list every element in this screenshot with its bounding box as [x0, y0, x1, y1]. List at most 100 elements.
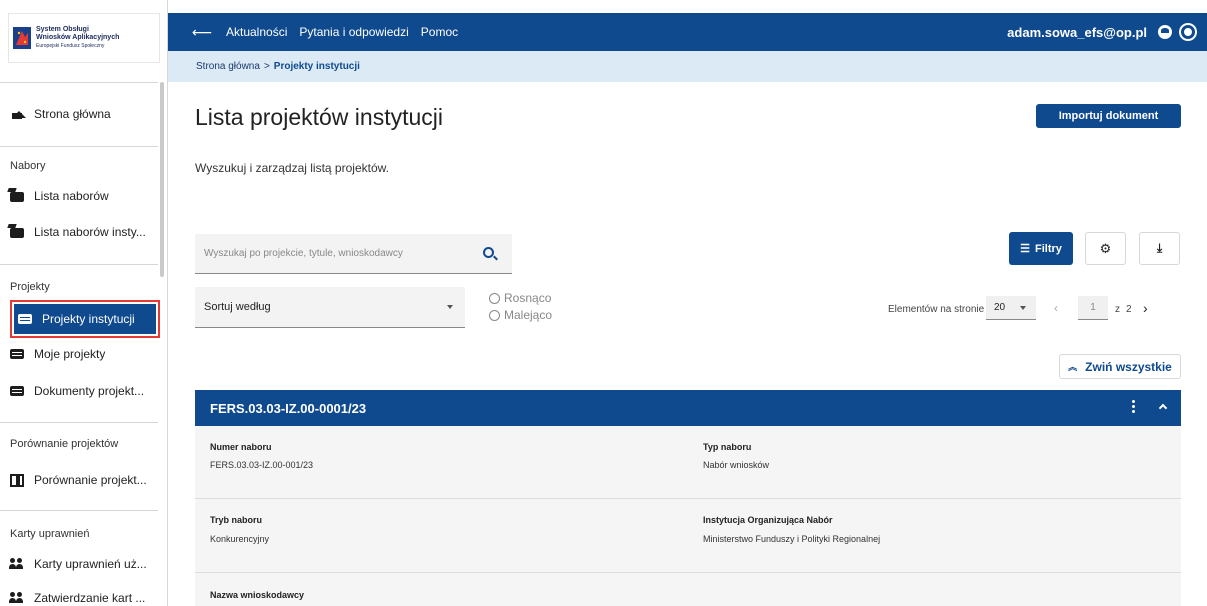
divider	[0, 510, 158, 511]
radio-icon	[489, 309, 500, 321]
download-icon: ⤓	[1156, 241, 1163, 255]
divider	[0, 264, 158, 265]
field-value-instytucja: Ministerstwo Funduszy i Polityki Regiona…	[703, 534, 881, 544]
chevron-down-icon	[447, 305, 453, 309]
card-icon	[10, 349, 24, 359]
field-value-typ: Nabór wniosków	[703, 460, 770, 470]
per-page-value: 20	[994, 302, 1006, 313]
nav-link-pytania[interactable]: Pytania i odpowiedzi	[299, 25, 408, 39]
card-icon	[10, 386, 24, 396]
prev-page-button[interactable]: ‹	[1054, 301, 1058, 315]
per-page-select[interactable]: 20	[986, 296, 1036, 320]
breadcrumb-separator: >	[263, 61, 270, 72]
double-chevron-up-icon: ︽	[1068, 362, 1078, 372]
users-icon	[9, 591, 24, 605]
sidebar-scrollbar[interactable]	[160, 82, 164, 277]
field-label-wnioskodawca: Nazwa wnioskodawcy	[210, 590, 305, 600]
page-title: Lista projektów instytucji	[195, 104, 443, 130]
divider	[195, 572, 1181, 573]
breadcrumb: Strona główna > Projekty instytucji	[168, 51, 1207, 82]
home-icon	[12, 111, 26, 119]
arrow-left-icon[interactable]: ⟵	[192, 24, 214, 41]
sidebar-item-label: Lista naborów	[34, 189, 109, 203]
section-karty: Karty uprawnień	[10, 528, 90, 540]
nav-link-aktualnosci[interactable]: Aktualności	[226, 25, 287, 39]
sidebar: System Obsługi Wniosków Aplikacyjnych Eu…	[0, 0, 168, 606]
sort-asc-radio[interactable]: Rosnąco	[489, 291, 551, 305]
divider	[0, 82, 158, 83]
sidebar-item-moje-projekty[interactable]: Moje projekty	[10, 338, 160, 370]
download-button[interactable]: ⤓	[1139, 232, 1180, 265]
sidebar-item-home[interactable]: Strona główna	[10, 98, 160, 130]
user-email[interactable]: adam.sowa_efs@op.pl	[1007, 25, 1147, 40]
page-total: 2	[1126, 304, 1132, 315]
section-nabory: Nabory	[10, 160, 46, 172]
field-value-numer: FERS.03.03-IZ.00-001/23	[210, 460, 314, 470]
section-projekty: Projekty	[10, 281, 50, 293]
project-card-title: FERS.03.03-IZ.00-0001/23	[210, 400, 367, 416]
collapse-all-label: Zwiń wszystkie	[1085, 359, 1172, 374]
account-icon[interactable]	[1158, 25, 1172, 39]
filters-button[interactable]: ☰ Filtry	[1009, 232, 1073, 265]
field-label-numer: Numer naboru	[210, 442, 272, 452]
field-label-instytucja: Instytucja Organizująca Nabór	[703, 515, 833, 525]
import-document-button[interactable]: Importuj dokument	[1036, 104, 1181, 128]
sidebar-item-projekty-instytucji[interactable]: Projekty instytucji	[10, 300, 160, 338]
per-page-label: Elementów na stronie	[888, 304, 985, 315]
box-icon	[10, 228, 24, 238]
sort-label: Sortuj według	[204, 301, 271, 313]
page-input[interactable]: 1	[1078, 296, 1108, 320]
card-icon	[18, 314, 32, 324]
sidebar-item-zatwierdzanie[interactable]: Zatwierdzanie kart ...	[9, 582, 160, 606]
search-box	[195, 234, 512, 274]
more-vertical-icon[interactable]	[1132, 400, 1135, 403]
divider	[0, 422, 158, 423]
sort-asc-label: Rosnąco	[504, 291, 552, 305]
sidebar-item-label: Dokumenty projekt...	[34, 384, 145, 398]
page-description: Wyszukuj i zarządzaj listą projektów.	[195, 161, 389, 175]
app: System Obsługi Wniosków Aplikacyjnych Eu…	[0, 0, 1207, 606]
collapse-all-button[interactable]: ︽ Zwiń wszystkie	[1059, 354, 1181, 379]
sidebar-item-label: Moje projekty	[34, 347, 106, 361]
section-porownanie: Porównanie projektów	[10, 438, 119, 450]
sidebar-item-dokumenty[interactable]: Dokumenty projekt...	[10, 375, 160, 407]
breadcrumb-home[interactable]: Strona główna	[196, 61, 260, 72]
project-card-body: Numer naboru FERS.03.03-IZ.00-001/23 Typ…	[195, 426, 1181, 606]
divider	[195, 498, 1181, 499]
brand-logo[interactable]: System Obsługi Wniosków Aplikacyjnych Eu…	[8, 13, 160, 63]
nav-link-pomoc[interactable]: Pomoc	[421, 25, 458, 39]
filters-label: Filtry	[1034, 242, 1062, 255]
contrast-icon[interactable]	[1181, 25, 1195, 39]
search-input[interactable]	[195, 248, 465, 259]
next-page-button[interactable]: ›	[1143, 300, 1148, 316]
box-icon	[10, 192, 24, 202]
sidebar-item-lista-naborow-instytucji[interactable]: Lista naborów insty...	[10, 216, 160, 248]
sort-desc-radio[interactable]: Malejąco	[489, 308, 552, 322]
field-label-tryb: Tryb naboru	[210, 515, 263, 525]
chevron-up-icon[interactable]	[1158, 403, 1168, 413]
sidebar-item-porownanie[interactable]: Porównanie projekt...	[10, 464, 160, 496]
settings-button[interactable]: ⚙	[1085, 232, 1126, 265]
sidebar-item-label: Karty uprawnień uż...	[34, 557, 147, 571]
compare-icon	[10, 473, 24, 487]
search-icon[interactable]	[483, 247, 494, 258]
filter-icon: ☰	[1020, 243, 1030, 255]
sort-select[interactable]: Sortuj według	[195, 287, 465, 328]
users-icon	[9, 557, 24, 571]
radio-icon	[489, 292, 500, 304]
topbar: ⟵ Aktualności Pytania i odpowiedzi Pomoc…	[168, 13, 1207, 51]
sort-desc-label: Malejąco	[504, 308, 553, 322]
sidebar-item-label: Strona główna	[34, 107, 111, 121]
brand-line2: Wniosków Aplikacyjnych	[36, 34, 120, 41]
sidebar-item-label: Projekty instytucji	[42, 312, 135, 326]
breadcrumb-current: Projekty instytucji	[273, 61, 360, 72]
project-card-header[interactable]: FERS.03.03-IZ.00-0001/23	[195, 390, 1181, 426]
sidebar-item-lista-naborow[interactable]: Lista naborów	[10, 180, 160, 212]
field-label-typ: Typ naboru	[703, 442, 752, 452]
sidebar-item-karty-uzytkownikow[interactable]: Karty uprawnień uż...	[9, 548, 160, 580]
divider	[0, 146, 158, 147]
brand-line3: Europejski Fundusz Społeczny	[36, 43, 105, 49]
page-of-label: z	[1115, 304, 1120, 315]
eu-flag-icon	[13, 27, 31, 49]
sidebar-item-label: Lista naborów insty...	[34, 225, 146, 239]
